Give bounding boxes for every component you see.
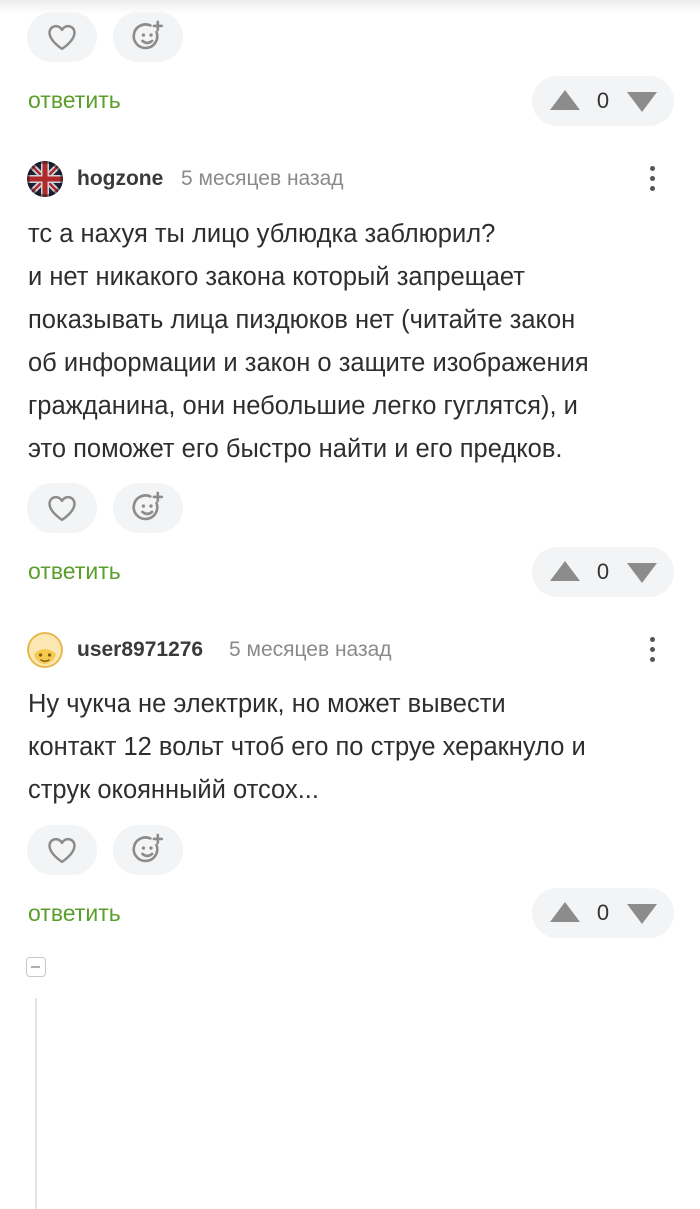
- vote-control: 0: [532, 76, 674, 126]
- add-emoji-icon: [132, 20, 164, 50]
- username[interactable]: user8971276: [77, 638, 203, 662]
- comment-line: это поможет его быстро найти и его предк…: [28, 435, 563, 463]
- username[interactable]: hogzone: [77, 167, 163, 191]
- comment-timestamp: 5 месяцев назад: [229, 638, 392, 661]
- upvote-arrow-icon[interactable]: [549, 901, 581, 923]
- reply-link[interactable]: ответить: [28, 87, 121, 114]
- comment-line: и нет никакого закона который запрещает: [28, 263, 525, 291]
- avatar[interactable]: [27, 632, 63, 668]
- top-scroll-shadow: [0, 0, 700, 14]
- comment-line: струк окоянныйй отсох...: [28, 776, 319, 804]
- comment-line: гражданина, они небольшие легко гуглятся…: [28, 392, 578, 420]
- vote-control: 0: [532, 547, 674, 597]
- comment-line: показывать лица пиздюков нет (читайте за…: [28, 306, 576, 334]
- comment-line: тс а нахуя ты лицо ублюдка заблюрил?: [28, 220, 496, 248]
- upvote-arrow-icon[interactable]: [549, 89, 581, 111]
- like-button[interactable]: [27, 825, 97, 875]
- heart-icon: [48, 495, 76, 522]
- more-vertical-icon: [643, 637, 661, 662]
- yellow-face-avatar: [27, 632, 63, 668]
- add-reaction-button[interactable]: [113, 483, 183, 533]
- comment-line: Ну чукча не электрик, но может вывести: [28, 690, 506, 718]
- vote-count: 0: [596, 900, 610, 925]
- like-button[interactable]: [27, 12, 97, 62]
- reply-link[interactable]: ответить: [28, 558, 121, 585]
- heart-icon: [48, 24, 76, 51]
- heart-icon: [48, 837, 76, 864]
- union-jack-avatar: [27, 161, 63, 197]
- downvote-arrow-icon[interactable]: [626, 903, 658, 925]
- add-reaction-button[interactable]: [113, 825, 183, 875]
- add-emoji-icon: [132, 833, 164, 863]
- comment-line: об информации и закон о защите изображен…: [28, 349, 589, 377]
- add-emoji-icon: [132, 491, 164, 521]
- vote-control: 0: [532, 888, 674, 938]
- thread-line[interactable]: [35, 998, 37, 1209]
- like-button[interactable]: [27, 483, 97, 533]
- comment-timestamp: 5 месяцев назад: [181, 167, 344, 190]
- vote-count: 0: [596, 88, 610, 113]
- downvote-arrow-icon[interactable]: [626, 91, 658, 113]
- vote-count: 0: [596, 559, 610, 584]
- upvote-arrow-icon[interactable]: [549, 560, 581, 582]
- collapse-thread-icon[interactable]: [26, 957, 46, 977]
- more-options-button[interactable]: [643, 634, 661, 666]
- avatar[interactable]: [27, 161, 63, 197]
- comment-line: контакт 12 вольт чтоб его по струе херак…: [28, 733, 586, 761]
- comment-text: Ну чукча не электрик, но может вывести к…: [28, 683, 678, 812]
- add-reaction-button[interactable]: [113, 12, 183, 62]
- more-options-button[interactable]: [643, 163, 661, 195]
- reply-link[interactable]: ответить: [28, 900, 121, 927]
- comment-text: тс а нахуя ты лицо ублюдка заблюрил? и н…: [28, 213, 678, 471]
- downvote-arrow-icon[interactable]: [626, 562, 658, 584]
- more-vertical-icon: [643, 166, 661, 191]
